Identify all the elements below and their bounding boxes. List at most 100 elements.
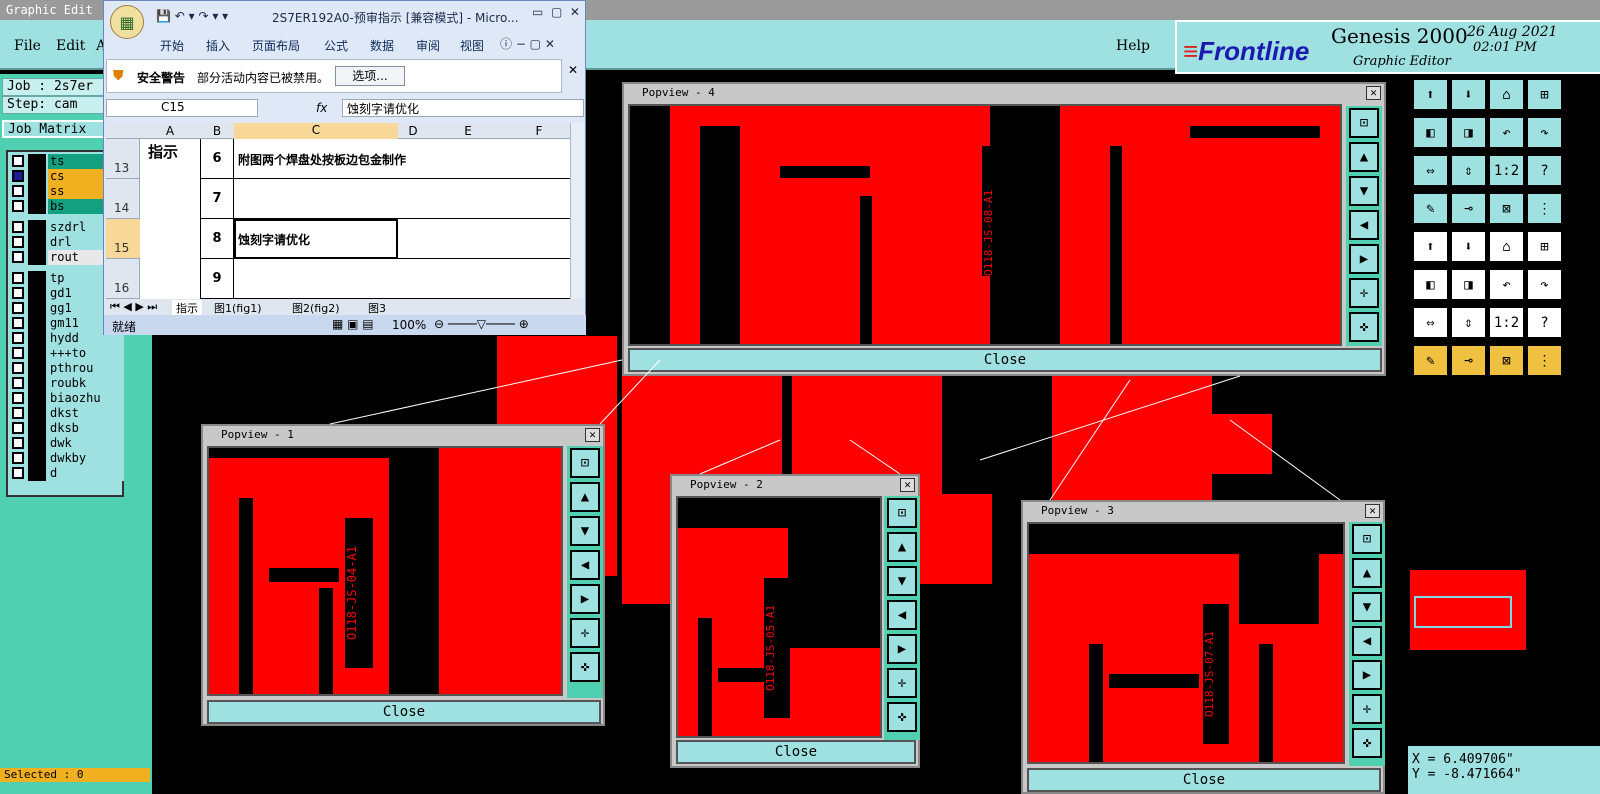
office-button-icon[interactable]: ▦ [110,5,144,39]
zoom-in-icon[interactable]: ⬇ [1450,230,1487,263]
zoom-in-icon[interactable]: ✛ [1352,694,1382,724]
layer-checkbox[interactable] [12,155,24,167]
layer-row[interactable]: pthrou [10,361,124,376]
ribbon-tab[interactable]: 公式 [324,37,348,54]
layer-checkbox[interactable] [12,185,24,197]
palette-icon[interactable]: ✎ [1412,344,1449,377]
layer-row[interactable]: biaozhu [10,391,124,406]
layer-checkbox[interactable] [12,347,24,359]
pan-right-icon[interactable]: ◨ [1450,268,1487,301]
ribbon-tab[interactable]: 页面布局 [252,37,300,54]
zoom-center-icon[interactable]: ⇕ [1450,154,1487,187]
pan-left-icon[interactable]: ◧ [1412,268,1449,301]
overview-map[interactable] [1410,570,1526,650]
menu-edit[interactable]: Edit [56,38,85,54]
pan-left-icon[interactable]: ◀ [1352,626,1382,656]
zoom-center-icon[interactable]: ⇕ [1450,306,1487,339]
layer-name[interactable]: dkst [48,406,124,421]
zoom-out-icon[interactable]: ✜ [887,702,917,732]
layer-checkbox[interactable] [12,407,24,419]
sheet-tab[interactable]: 图2(fig2) [292,300,340,316]
layer-row[interactable]: dwk [10,436,124,451]
cell-b[interactable]: 6 [200,139,234,179]
layer-row[interactable]: dksb [10,421,124,436]
zoom-home-icon[interactable]: ⬆ [1412,230,1449,263]
layer-checkbox[interactable] [12,422,24,434]
close-button[interactable]: Close [1027,768,1381,792]
menu-file[interactable]: File [14,38,41,54]
cell-a[interactable] [140,219,200,259]
fit-icon[interactable]: ⊞ [1526,78,1563,111]
pan-down-icon[interactable]: ▼ [887,566,917,596]
pan-right-icon[interactable]: ▶ [570,584,600,614]
layer-checkbox[interactable] [12,467,24,479]
zoom-out-icon[interactable]: ✜ [570,652,600,682]
layer-checkbox[interactable] [12,392,24,404]
close-button[interactable]: Close [207,700,601,724]
layer-checkbox[interactable] [12,287,24,299]
layer-checkbox[interactable] [12,200,24,212]
zoom-in-icon[interactable]: ✛ [887,668,917,698]
layer-checkbox[interactable] [12,272,24,284]
pan-up-icon[interactable]: ▲ [1352,558,1382,588]
name-box[interactable]: C15 [106,99,258,117]
security-close-icon[interactable]: ✕ [568,63,578,77]
cell-a[interactable] [140,259,200,299]
redo-icon[interactable]: ↷ [1526,268,1563,301]
layer-name[interactable]: pthrou [48,361,124,376]
window-controls[interactable]: ▭ ▢ ✕ [532,5,580,19]
cell-c[interactable]: 附图两个焊盘处按板边包金制作 [234,139,570,179]
popview-canvas[interactable]: O118-JS-05-A1 [676,496,882,738]
cell-c[interactable] [234,179,570,219]
col-header-c[interactable]: C [234,123,398,139]
pan-left-icon[interactable]: ◀ [570,550,600,580]
fx-icon[interactable]: fx [316,101,327,115]
sheet-tab[interactable]: 指示 [172,300,202,316]
close-icon[interactable]: ✕ [1366,86,1381,100]
layer-name[interactable]: biaozhu [48,391,124,406]
layer-name[interactable]: dwkby [48,451,124,466]
fit-icon[interactable]: ⊞ [1526,230,1563,263]
popview-canvas[interactable]: O118-JS-08-A1 [628,104,1342,346]
pan-left-icon[interactable]: ◀ [1349,210,1379,240]
pan-up-icon[interactable]: ▲ [1349,142,1379,172]
ribbon-tab[interactable]: 数据 [370,37,394,54]
popview-canvas[interactable]: O118-JS-07-A1 [1027,522,1345,764]
layer-checkbox[interactable] [12,170,24,182]
cell-b[interactable]: 9 [200,259,234,299]
row-header[interactable]: 15 [106,219,140,259]
options-button[interactable]: 选项... [335,66,405,86]
layer-row[interactable]: roubk [10,376,124,391]
layer-checkbox[interactable] [12,236,24,248]
pan-right-icon[interactable]: ▶ [1349,244,1379,274]
formula-input[interactable]: 蚀刻字请优化 [342,99,584,117]
layer-row[interactable]: +++to [10,346,124,361]
zoom-in-icon[interactable]: ✛ [1349,278,1379,308]
close-icon[interactable]: ✕ [585,428,600,442]
layer-checkbox[interactable] [12,377,24,389]
sheet-nav-icon[interactable]: ⏮ ◀ ▶ ⏭ [110,300,157,314]
undo-icon[interactable]: ↶ [1488,116,1525,149]
snap-icon[interactable]: ⊠ [1488,192,1525,225]
zoom-out-icon[interactable]: ✜ [1352,728,1382,758]
layer-name[interactable]: +++to [48,346,124,361]
zoom-fit-icon[interactable]: ⇔ [1412,154,1449,187]
cell-c[interactable] [234,259,570,299]
row-header[interactable]: 14 [106,179,140,219]
layer-name[interactable]: d [48,466,124,481]
layer-row[interactable]: dkst [10,406,124,421]
col-header-f[interactable]: F [508,124,570,138]
zoom-out-icon[interactable]: ✜ [1349,312,1379,342]
close-icon[interactable]: ✕ [900,478,915,492]
layer-checkbox[interactable] [12,437,24,449]
pan-right-icon[interactable]: ▶ [1352,660,1382,690]
home-icon[interactable]: ⌂ [1488,78,1525,111]
layer-checkbox[interactable] [12,452,24,464]
vertical-scrollbar[interactable] [570,123,584,299]
close-icon[interactable]: ✕ [1365,504,1380,518]
zoom-fit-icon[interactable]: ⊡ [1349,108,1379,138]
sheet-grid[interactable]: A B C D E F 13 指示 6 附图两个焊盘处按板边包金制作 14 7 15 8 蚀刻字… [106,123,570,299]
ribbon-tab[interactable]: 开始 [160,37,184,54]
layer-checkbox[interactable] [12,221,24,233]
measure-icon[interactable]: ⊸ [1450,344,1487,377]
